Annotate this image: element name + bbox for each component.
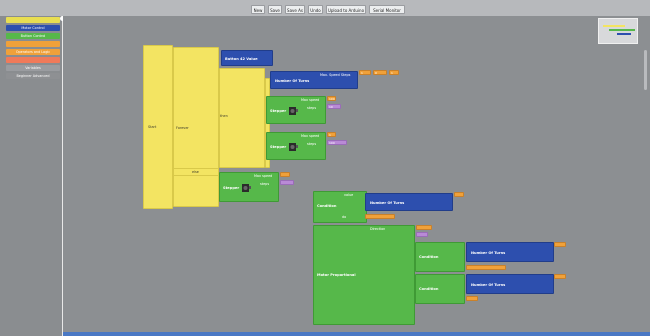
value-slot-right	[454, 192, 464, 197]
steps-label-2: steps	[307, 142, 317, 146]
category-4[interactable]	[6, 41, 60, 47]
inner-condition-1[interactable]: Condition	[415, 242, 465, 272]
number-of-turns-block[interactable]: Number Of Turns Max. Speed Steps	[270, 71, 358, 89]
speed-slot-3	[280, 172, 290, 177]
turns-label: Number Of Turns	[275, 79, 310, 83]
status-bar	[63, 332, 650, 336]
inner-condition-2[interactable]: Condition	[415, 274, 465, 304]
inner-slot-1	[554, 242, 566, 247]
value-slot-2[interactable]: 0	[373, 70, 387, 75]
value-label: value	[344, 193, 354, 197]
steps-slot-right	[365, 214, 395, 219]
steps-slot-1[interactable]: 10	[327, 104, 341, 109]
stepper-label-1: Stepper	[270, 109, 287, 113]
app-window: New Save Save As Undo Upload to Arduino …	[0, 0, 650, 336]
steps-label-3: steps	[260, 182, 270, 186]
speed-label-1: Max speed	[301, 98, 320, 102]
save-button[interactable]: Save	[268, 5, 282, 14]
else-label: else	[192, 170, 199, 174]
stepper-motor-icon	[289, 143, 298, 151]
workspace-scrollbar[interactable]	[644, 50, 647, 90]
steps-slot-3	[280, 180, 294, 185]
category-button[interactable]: Button Control	[6, 33, 60, 39]
then-label: then	[220, 114, 228, 118]
category-motor[interactable]: Motor Control	[6, 25, 60, 31]
stepper-motor-icon	[289, 107, 298, 115]
inner-slot-2	[554, 274, 566, 279]
stepper-label-3: Stepper	[223, 186, 240, 190]
upload-button[interactable]: Upload to Arduino	[326, 5, 366, 14]
value-slot-3[interactable]: 1	[389, 70, 399, 75]
undo-button[interactable]: Undo	[308, 5, 323, 14]
button-read-label: Button 42 Value	[225, 57, 258, 61]
steps-slot-2[interactable]: 100	[327, 140, 347, 145]
category-variables[interactable]: Variables	[6, 65, 60, 71]
setup-label: Start	[148, 125, 157, 129]
setup-block[interactable]: Start	[143, 45, 173, 209]
inner-steps-slot-2	[466, 296, 478, 301]
category-sidebar: Motor Control Button Control Operators a…	[4, 16, 62, 336]
turns-block-inner-1[interactable]: Number Of Turns	[466, 242, 554, 262]
inner-steps-slot-1	[466, 265, 506, 270]
steps-label-1: steps	[307, 106, 317, 110]
new-button[interactable]: New	[251, 5, 265, 14]
turns-label-right: Number Of Turns	[370, 201, 405, 205]
block-workspace[interactable]: Start Forever then Button 42 Value Numbe…	[63, 16, 650, 336]
turns-label-inner-1: Number Of Turns	[471, 251, 506, 255]
turns-label-inner-2: Number Of Turns	[471, 283, 506, 287]
forever-block[interactable]: Forever	[173, 47, 219, 207]
category-operators[interactable]: Operators and Logic	[6, 49, 60, 55]
if-block[interactable]: then	[219, 68, 265, 168]
direction-slot-1	[416, 225, 432, 230]
do-label: do	[342, 215, 347, 219]
inner-condition-label-1: Condition	[419, 255, 439, 259]
workspace-minimap[interactable]	[598, 18, 638, 44]
else-bar: else	[173, 168, 219, 176]
speed-label-3: Max speed	[254, 174, 273, 178]
motor-block-label: Motor Proportional	[317, 273, 356, 277]
stepper-motor-icon	[242, 184, 251, 192]
button-read-block[interactable]: Button 42 Value	[221, 50, 273, 66]
direction-label: Direction	[370, 227, 386, 231]
category-advanced[interactable]: Beginner Advanced	[6, 73, 60, 79]
turns-block-right[interactable]: Number Of Turns	[365, 193, 453, 211]
inner-condition-label-2: Condition	[419, 287, 439, 291]
stepper-label-2: Stepper	[270, 145, 287, 149]
value-slot-1[interactable]: 1	[359, 70, 371, 75]
toolbar: New Save Save As Undo Upload to Arduino …	[0, 0, 650, 16]
turns-block-inner-2[interactable]: Number Of Turns	[466, 274, 554, 294]
speed-slot-1[interactable]: 100	[327, 96, 336, 101]
nudge-label: Max. Speed Steps	[320, 73, 351, 77]
forever-label: Forever	[176, 126, 189, 130]
category-1[interactable]	[6, 17, 60, 23]
motor-proportional-block[interactable]: Motor Proportional Direction	[313, 225, 415, 325]
save-as-button[interactable]: Save As	[285, 5, 305, 14]
direction-slot-2	[416, 232, 428, 237]
speed-label-2: Max speed	[301, 134, 320, 138]
serial-monitor-button[interactable]: Serial Monitor	[369, 5, 405, 14]
condition-label: Condition	[317, 204, 337, 208]
speed-slot-2[interactable]: 1	[327, 132, 336, 137]
category-6[interactable]	[6, 57, 60, 63]
condition-block[interactable]: Condition value do	[313, 191, 367, 223]
